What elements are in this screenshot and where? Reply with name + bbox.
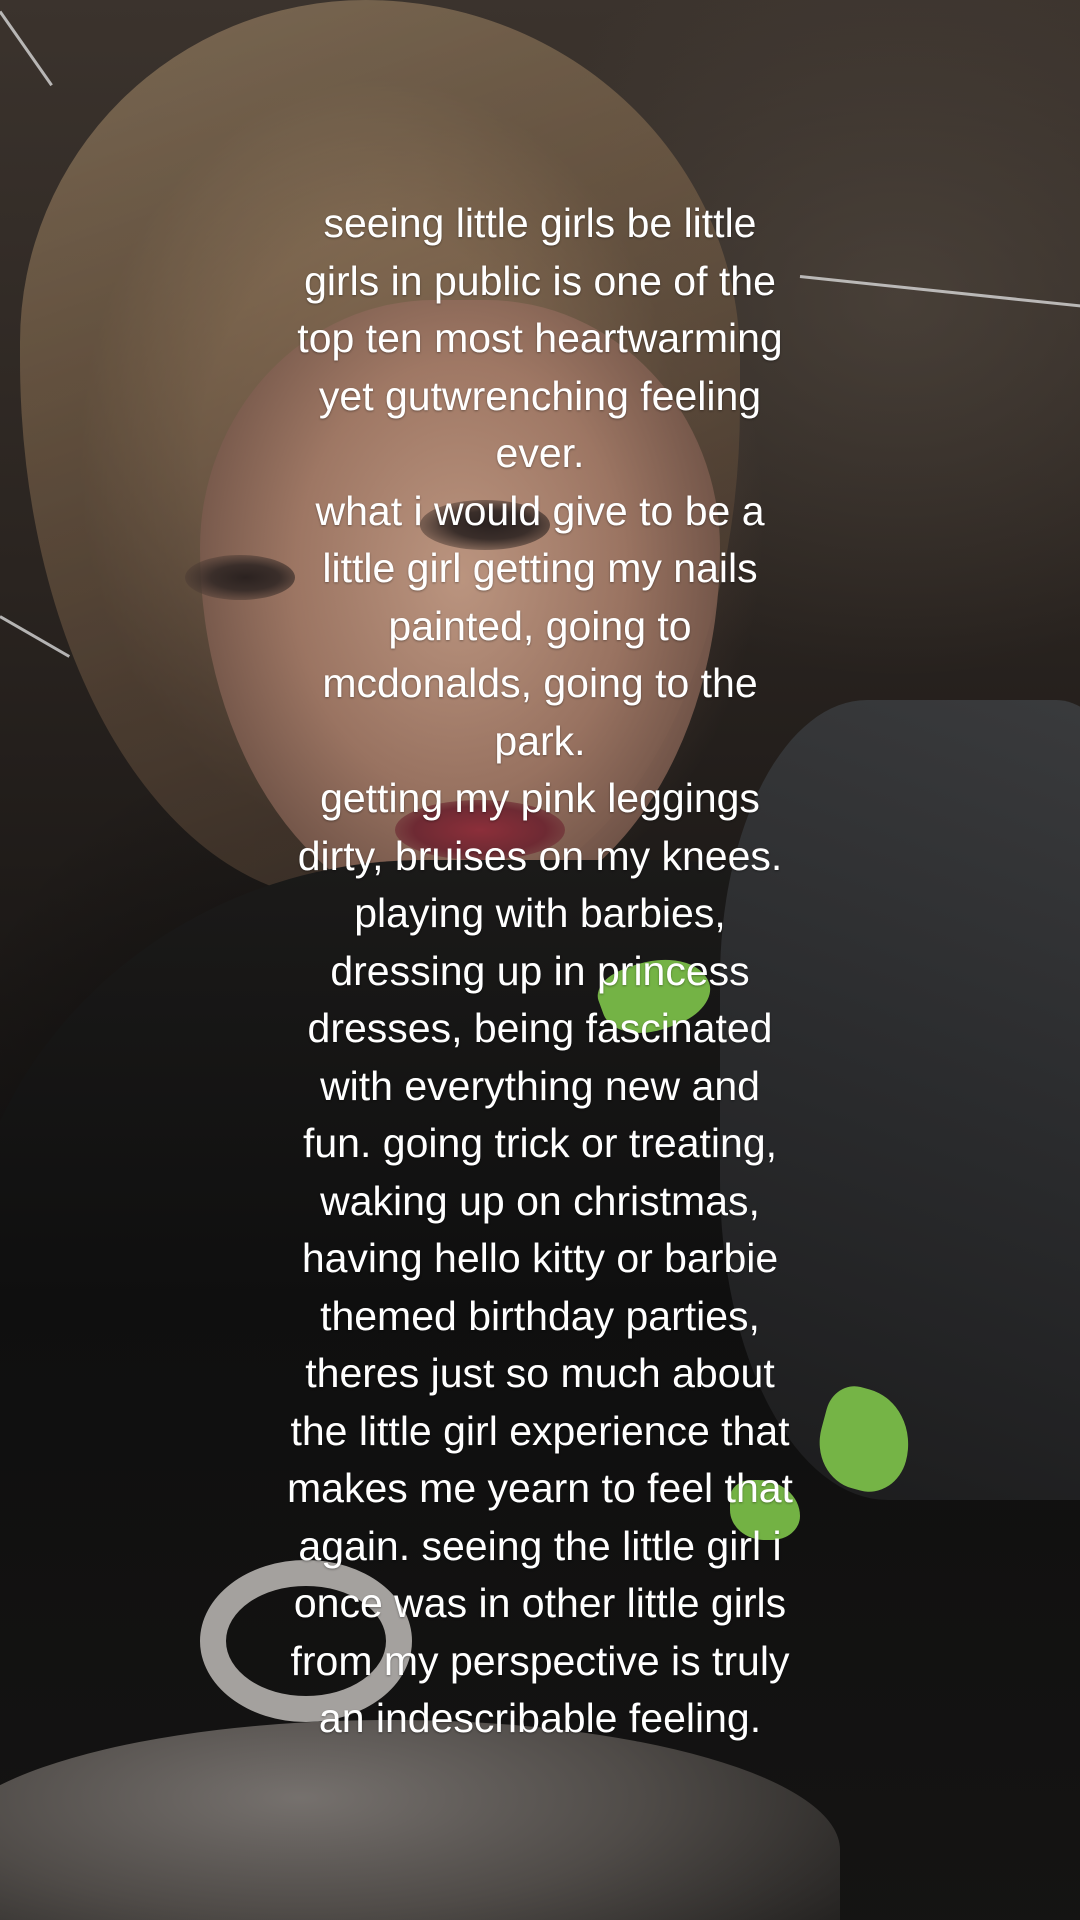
- caption-line: themed birthday parties,: [320, 1292, 760, 1339]
- caption-line: getting my pink leggings: [320, 775, 760, 821]
- caption-line: an indescribable feeling.: [318, 1695, 762, 1741]
- caption-line: from my perspective is truly: [290, 1637, 790, 1684]
- caption-line: waking up on christmas,: [320, 1177, 760, 1224]
- caption-line: the little girl experience that: [290, 1407, 790, 1454]
- caption-line: painted, going to: [388, 602, 692, 649]
- caption-line: with everything new and: [320, 1062, 760, 1109]
- cable: [0, 10, 53, 87]
- caption-line: having hello kitty or barbie: [301, 1235, 779, 1281]
- caption-line: makes me yearn to feel that: [287, 1465, 793, 1511]
- cable: [0, 615, 71, 658]
- caption-line: park.: [494, 717, 586, 764]
- caption-line: girls in public is one of the: [304, 257, 776, 304]
- caption-line: yet gutwrenching feeling: [318, 372, 762, 419]
- caption-line: what i would give to be a: [315, 487, 765, 534]
- caption-line: mcdonalds, going to the: [322, 660, 758, 706]
- caption-line: fun. going trick or treating,: [302, 1120, 778, 1166]
- caption-line: little girl getting my nails: [322, 545, 758, 591]
- caption-line: playing with barbies,: [354, 890, 726, 936]
- caption-line: theres just so much about: [305, 1350, 775, 1396]
- photo-frame: seeing little girls be little girls in p…: [0, 0, 1080, 1920]
- caption-line: top ten most heartwarming: [297, 315, 783, 361]
- overlay-caption: seeing little girls be little girls in p…: [190, 195, 890, 1748]
- caption-line: ever.: [495, 430, 585, 476]
- caption-line: seeing little girls be little: [323, 200, 757, 246]
- caption-line: once was in other little girls: [293, 1580, 787, 1626]
- caption-line: dressing up in princess: [330, 947, 750, 994]
- caption-line: dirty, bruises on my knees.: [297, 832, 783, 879]
- caption-line: dresses, being fascinated: [307, 1005, 773, 1051]
- caption-line: again. seeing the little girl i: [298, 1522, 782, 1569]
